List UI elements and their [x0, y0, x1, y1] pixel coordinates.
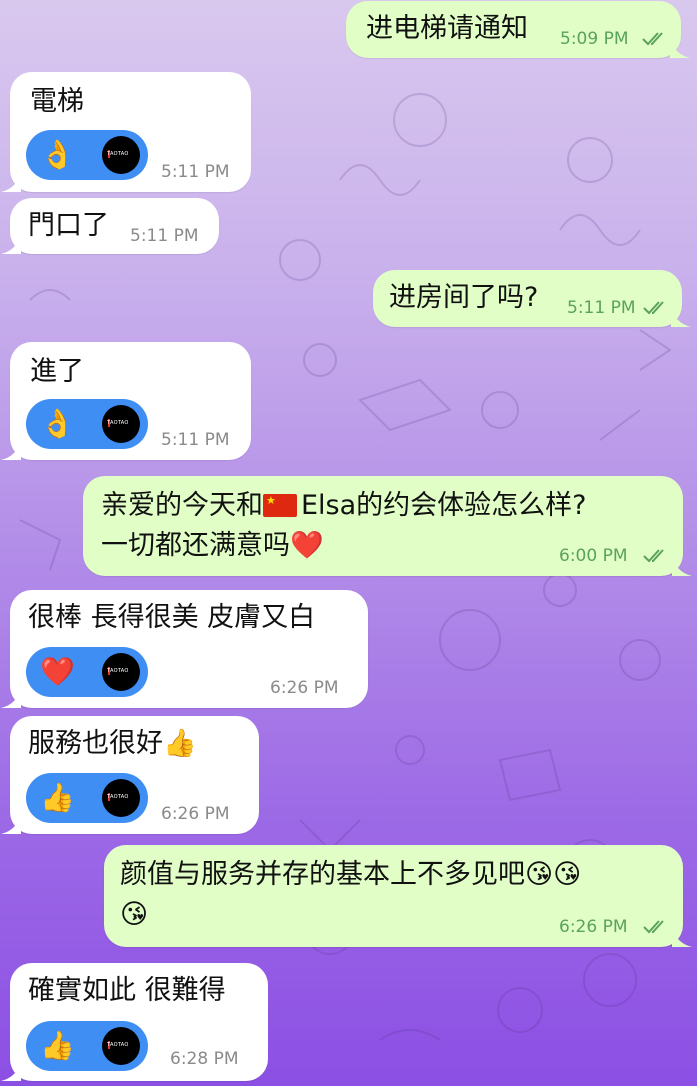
read-checkmarks-icon [643, 920, 664, 934]
avatar: TAOTAO [102, 405, 140, 443]
message-text-line-1: 颜值与服务并存的基本上不多见吧😘😘 [120, 859, 582, 890]
bubble-tail [672, 556, 692, 576]
reaction-emoji: 👌 [40, 138, 75, 171]
bubble-tail [1, 172, 21, 192]
message-time: 5:11 PM [161, 430, 230, 450]
avatar: TAOTAO [102, 779, 140, 817]
heart-icon: ❤️ [290, 530, 324, 561]
reaction-pill[interactable]: 👌 TAOTAO [26, 130, 148, 180]
bubble-tail [1, 234, 21, 254]
message-outgoing[interactable]: 进房间了吗? 5:11 PM [373, 270, 691, 327]
message-text: 門口了 [28, 210, 109, 241]
message-text: 进房间了吗? [389, 282, 539, 313]
message-time: 5:11 PM [567, 298, 636, 318]
bubble-tail [672, 927, 692, 947]
message-text: 服務也很好👍 [28, 728, 197, 759]
message-outgoing[interactable]: 颜值与服务并存的基本上不多见吧😘😘 😘 6:26 PM [104, 845, 692, 947]
message-incoming[interactable]: 服務也很好👍 👍 TAOTAO 6:26 PM [1, 716, 259, 834]
bubble-tail [1, 688, 21, 708]
message-time: 6:26 PM [270, 678, 339, 698]
message-text-line-2: 😘 [120, 899, 149, 930]
avatar: TAOTAO [102, 653, 140, 691]
message-outgoing[interactable]: 进电梯请通知 5:09 PM [346, 1, 690, 58]
reaction-emoji: 👌 [40, 407, 75, 440]
avatar: TAOTAO [102, 1027, 140, 1065]
message-incoming[interactable]: 很棒 長得很美 皮膚又白 ❤️ TAOTAO 6:26 PM [1, 590, 368, 708]
read-checkmarks-icon [642, 32, 663, 46]
message-text-line-1: 亲爱的今天和Elsa的约会体验怎么样? [101, 486, 587, 526]
message-text: 進了 [30, 356, 84, 387]
bubble-tail [1, 1061, 21, 1081]
avatar: TAOTAO [102, 136, 140, 174]
reaction-pill[interactable]: 👌 TAOTAO [26, 399, 148, 449]
reaction-pill[interactable]: 👍 TAOTAO [26, 1021, 148, 1071]
bubble-tail [1, 440, 21, 460]
message-text: 进电梯请通知 [366, 13, 528, 44]
message-time: 6:28 PM [170, 1049, 239, 1069]
message-incoming[interactable]: 門口了 5:11 PM [1, 198, 219, 254]
message-time: 5:09 PM [560, 29, 629, 49]
reaction-emoji: ❤️ [40, 655, 75, 688]
message-text: 電梯 [30, 86, 84, 117]
message-incoming[interactable]: 電梯 👌 TAOTAO 5:11 PM [1, 72, 251, 192]
read-checkmarks-icon [643, 301, 664, 315]
message-time: 6:26 PM [559, 917, 628, 937]
message-text: 確實如此 很難得 [28, 975, 226, 1006]
message-incoming[interactable]: 進了 👌 TAOTAO 5:11 PM [1, 342, 251, 460]
message-time: 5:11 PM [130, 226, 199, 246]
reaction-pill[interactable]: ❤️ TAOTAO [26, 647, 148, 697]
reaction-emoji: 👍 [40, 781, 75, 814]
bubble-tail [1, 814, 21, 834]
bubble-tail [670, 38, 690, 58]
message-outgoing[interactable]: 亲爱的今天和Elsa的约会体验怎么样? 一切都还满意吗❤️ 6:00 PM [83, 476, 692, 576]
reaction-emoji: 👍 [40, 1029, 75, 1062]
bubble-tail [671, 307, 691, 327]
message-text-line-2: 一切都还满意吗❤️ [101, 526, 324, 566]
message-incoming[interactable]: 確實如此 很難得 👍 TAOTAO 6:28 PM [1, 963, 268, 1081]
message-time: 6:26 PM [161, 804, 230, 824]
message-time: 6:00 PM [559, 546, 628, 566]
read-checkmarks-icon [643, 549, 664, 563]
reaction-pill[interactable]: 👍 TAOTAO [26, 773, 148, 823]
china-flag-icon [263, 494, 297, 517]
message-text: 很棒 長得很美 皮膚又白 [28, 602, 316, 633]
message-time: 5:11 PM [161, 162, 230, 182]
